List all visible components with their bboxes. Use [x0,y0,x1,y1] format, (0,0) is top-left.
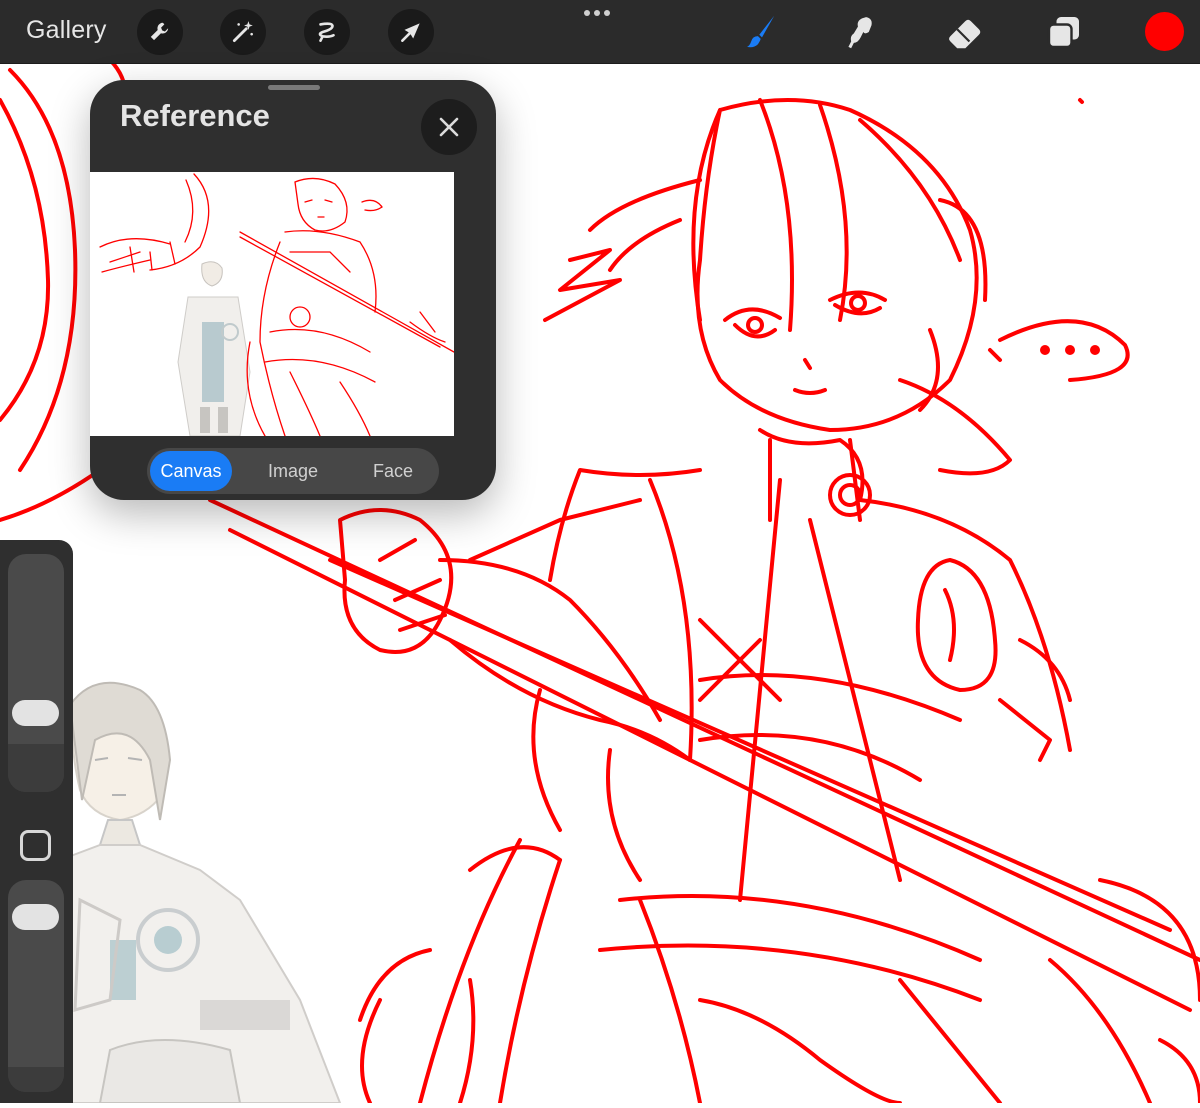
transform-button[interactable] [388,9,434,55]
color-picker-button[interactable] [1145,12,1184,51]
top-toolbar: Gallery [0,0,1200,64]
canvas-thumbnail [99,173,454,436]
faded-reference-figure [58,681,342,1104]
opacity-thumb[interactable] [12,904,59,930]
transform-arrow-icon [401,23,420,42]
brush-size-thumb[interactable] [12,700,59,726]
actions-button[interactable] [137,9,183,55]
reference-mode-segmented-control: Canvas Image Face [147,448,439,494]
gallery-button[interactable]: Gallery [26,16,107,45]
tab-face[interactable]: Face [347,451,439,491]
close-icon [439,117,459,137]
brush-size-slider[interactable] [8,554,64,792]
reference-canvas-preview[interactable] [90,172,454,436]
left-sidebar [0,540,73,1103]
opacity-fill [8,1066,64,1092]
selection-icon [318,22,335,42]
eraser-tool-button[interactable] [940,8,988,56]
eraser-icon [949,19,981,49]
more-options-handle[interactable] [584,10,610,16]
reference-panel: Reference Canvas Image Face [90,80,496,500]
tab-image[interactable]: Image [247,451,339,491]
panel-drag-handle[interactable] [268,85,320,90]
tab-canvas[interactable]: Canvas [150,451,232,491]
close-reference-button[interactable] [421,99,477,155]
modify-button[interactable] [20,830,51,861]
smudge-icon [848,17,872,49]
smudge-tool-button[interactable] [838,8,886,56]
adjustments-button[interactable] [220,9,266,55]
brush-tool-button[interactable] [738,8,786,56]
layers-icon [1047,17,1079,49]
reference-title: Reference [120,98,270,133]
brush-size-fill [8,744,64,792]
layers-button[interactable] [1040,8,1088,56]
magic-wand-icon [232,21,253,43]
selection-button[interactable] [304,9,350,55]
brush-icon [747,15,775,48]
wrench-icon [150,22,169,41]
